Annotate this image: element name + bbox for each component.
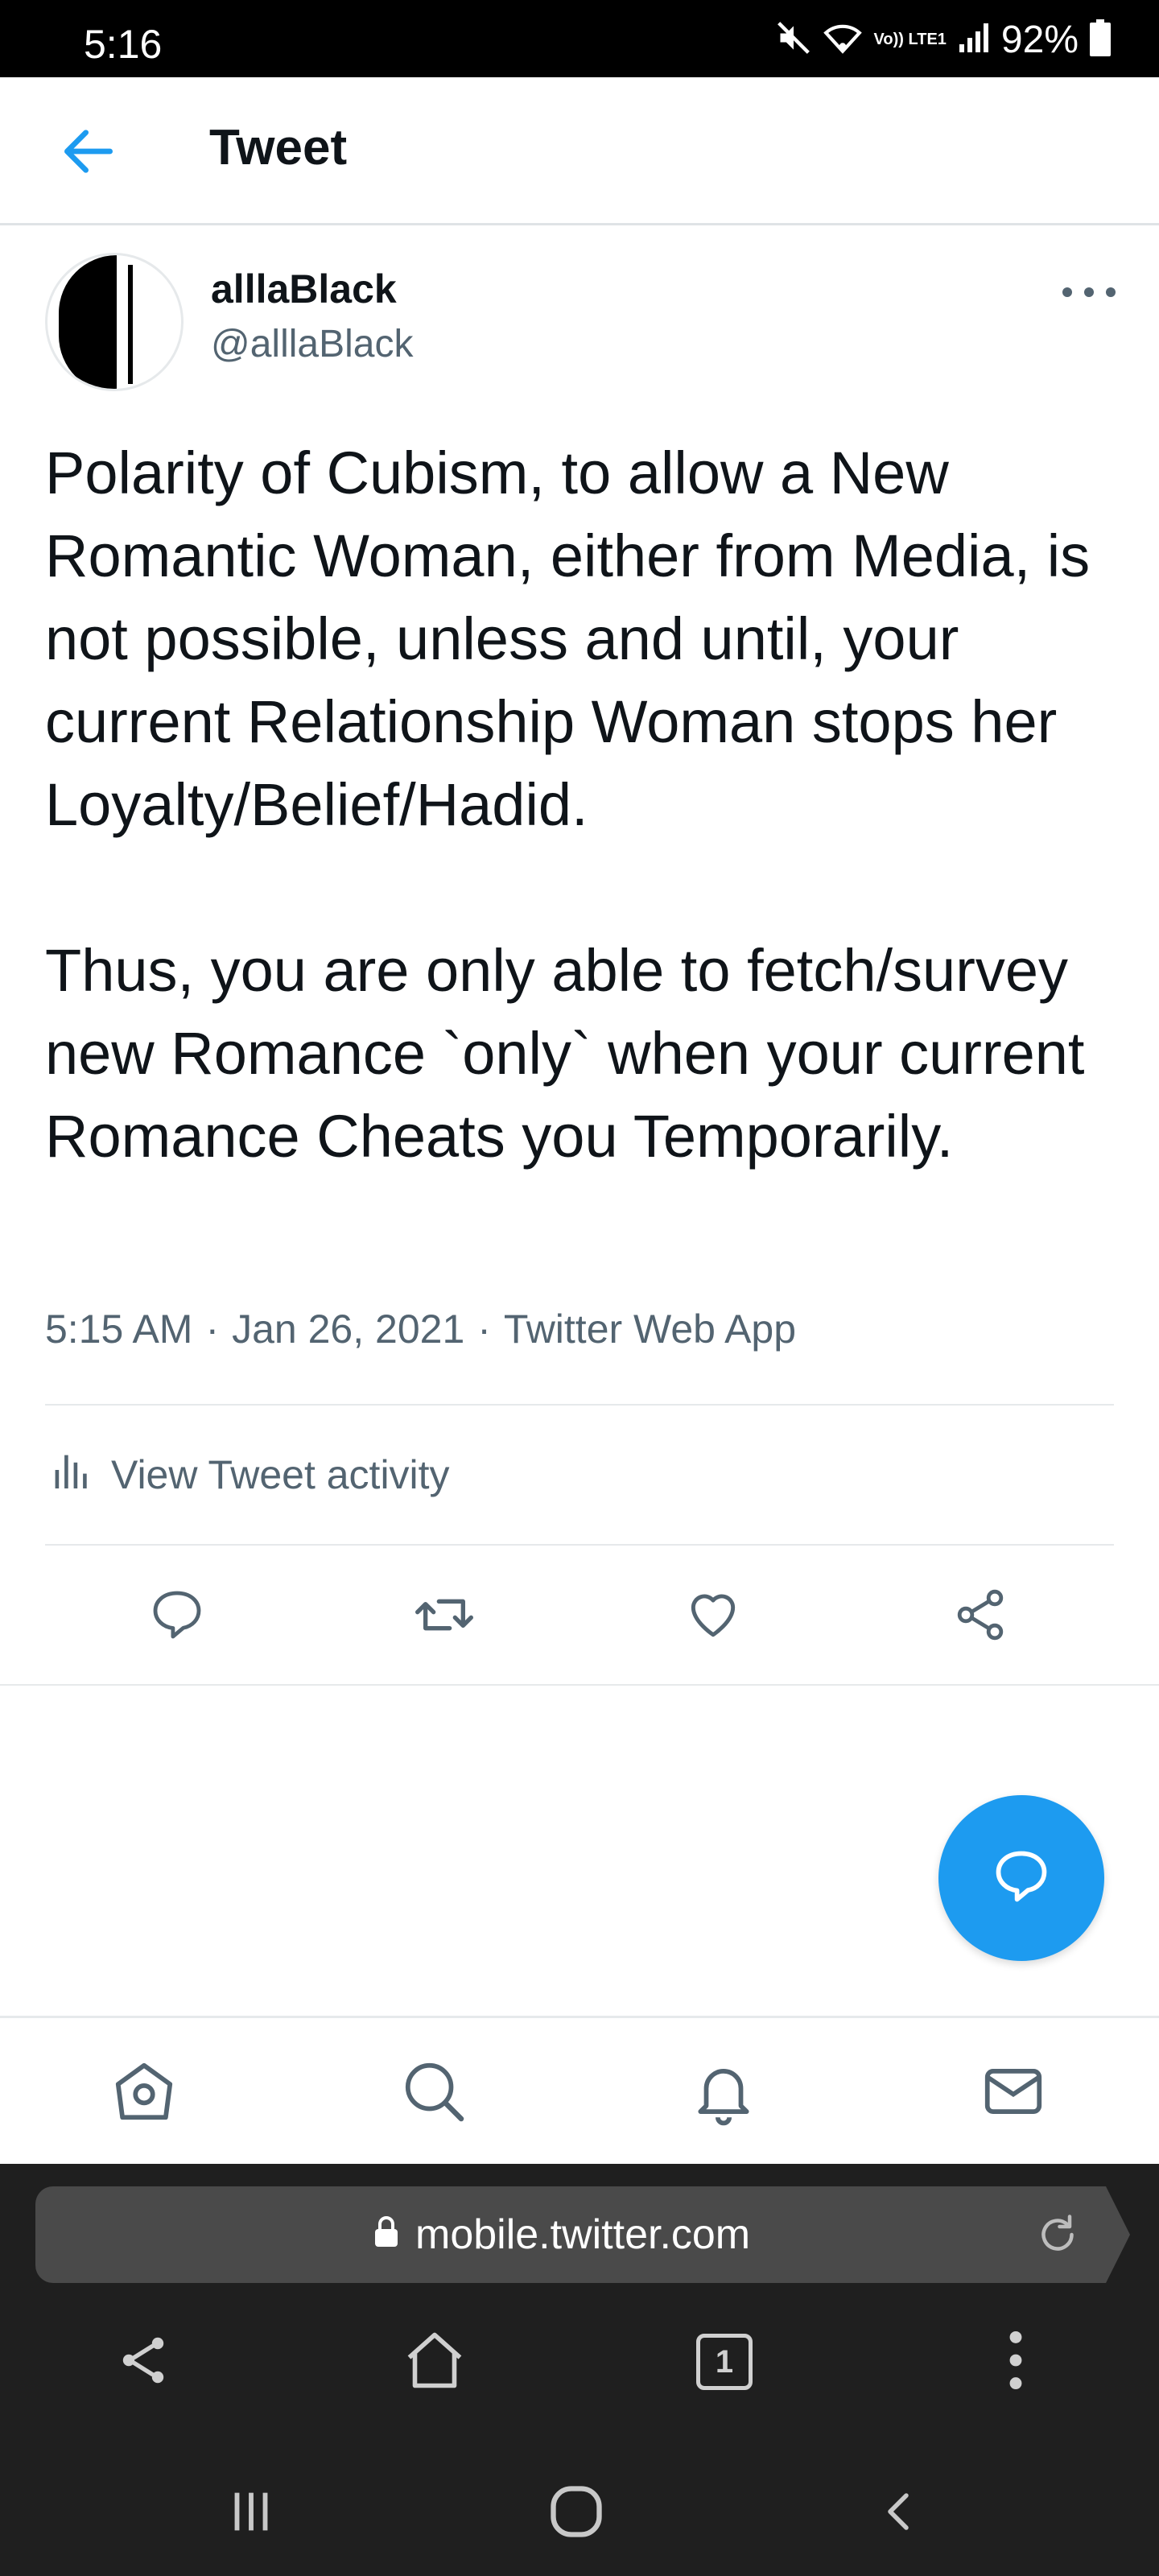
home-tab[interactable] [108, 2057, 180, 2129]
view-activity-link[interactable]: View Tweet activity [52, 1443, 450, 1507]
reply-icon[interactable] [145, 1583, 209, 1647]
mute-icon [776, 20, 811, 60]
notifications-tab[interactable] [687, 2057, 760, 2129]
system-back-button[interactable] [858, 2473, 938, 2553]
url-text: mobile.twitter.com [415, 2211, 751, 2258]
battery-icon [1090, 19, 1111, 60]
tweet-actions [0, 1567, 1159, 1663]
like-icon[interactable] [681, 1583, 745, 1647]
wifi-icon [823, 20, 863, 60]
author-display-name[interactable]: alllaBlack [211, 266, 397, 312]
signal-icon [958, 22, 990, 58]
messages-icon [979, 2057, 1048, 2130]
browser-menu-button[interactable] [975, 2322, 1056, 2402]
system-home-button[interactable] [536, 2473, 617, 2553]
network-label: Vo)) LTE1 [873, 31, 947, 48]
avatar[interactable] [45, 253, 184, 391]
lock-icon [373, 2211, 399, 2259]
top-app-bar: Tweet [0, 77, 1159, 225]
tweet-date: Jan 26, 2021 [232, 1307, 465, 1352]
tweet-paragraph: Thus, you are only able to fetch/survey … [45, 937, 1085, 1170]
browser-share-button[interactable] [103, 2322, 184, 2402]
reload-icon[interactable] [1033, 2211, 1082, 2259]
home-icon [109, 2057, 179, 2130]
compose-button[interactable] [938, 1795, 1104, 1961]
home-circle-icon [546, 2481, 607, 2546]
meta-separator: · [205, 1307, 220, 1352]
browser-home-button[interactable] [394, 2322, 475, 2402]
page-title: Tweet [209, 120, 348, 175]
analytics-icon [52, 1447, 89, 1502]
tweet-time: 5:15 AM [45, 1307, 193, 1352]
kebab-menu-icon [1004, 2328, 1028, 2396]
divider [45, 1544, 1114, 1546]
bottom-tab-bar [0, 2016, 1159, 2164]
url-display: mobile.twitter.com [373, 2209, 750, 2260]
notifications-icon [689, 2057, 758, 2130]
divider [0, 1684, 1159, 1686]
share-icon[interactable] [948, 1583, 1013, 1647]
search-tab[interactable] [398, 2057, 470, 2129]
browser-chrome: mobile.twitter.com 1 [0, 2164, 1159, 2576]
divider [45, 1404, 1114, 1406]
back-arrow-icon[interactable] [56, 119, 121, 184]
more-options-icon[interactable] [1062, 272, 1116, 312]
recent-apps-button[interactable] [211, 2473, 291, 2553]
tweet-text: Polarity of Cubism, to allow a New Roman… [45, 431, 1124, 1178]
status-bar: 5:16 Vo)) LTE1 92% [0, 0, 1159, 77]
browser-tabs-button[interactable]: 1 [684, 2322, 765, 2402]
activity-label: View Tweet activity [111, 1452, 450, 1497]
tweet-source[interactable]: Twitter Web App [504, 1306, 796, 1352]
tab-count: 1 [696, 2334, 753, 2390]
status-time: 5:16 [84, 22, 163, 67]
meta-separator: · [477, 1307, 491, 1352]
tweet-paragraph: Polarity of Cubism, to allow a New Roman… [45, 440, 1091, 838]
share-icon [114, 2331, 172, 2393]
author-handle[interactable]: @alllaBlack [211, 322, 413, 366]
search-icon [399, 2057, 468, 2130]
home-icon [401, 2326, 468, 2398]
tweet-meta: 5:15 AM · Jan 26, 2021 · Twitter Web App [45, 1306, 796, 1352]
battery-level: 92% [1000, 18, 1079, 61]
messages-tab[interactable] [977, 2057, 1050, 2129]
recents-icon [223, 2483, 279, 2544]
retweet-icon[interactable] [412, 1583, 476, 1647]
reply-icon [991, 1846, 1052, 1911]
back-chevron-icon [874, 2483, 922, 2544]
status-icons: Vo)) LTE1 92% [776, 18, 1111, 61]
url-bar[interactable]: mobile.twitter.com [35, 2186, 1130, 2283]
